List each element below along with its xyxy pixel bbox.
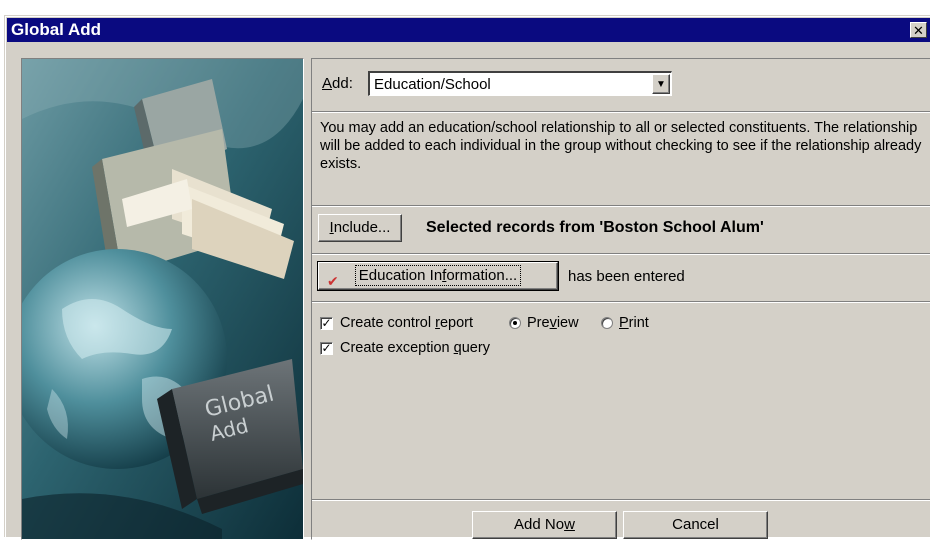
close-button[interactable]: ✕	[910, 22, 927, 38]
control-report-checkbox[interactable]: ✓	[320, 317, 333, 330]
cancel-button[interactable]: Cancel	[623, 511, 768, 539]
divider	[312, 499, 930, 501]
content-panel: Add: Education/School ▼ You may add an e…	[311, 58, 930, 540]
exception-query-label[interactable]: Create exception query	[340, 340, 490, 356]
add-label: Add:	[322, 75, 353, 92]
chevron-down-icon[interactable]: ▼	[652, 74, 670, 94]
add-now-button[interactable]: Add Now	[472, 511, 617, 539]
print-label[interactable]: Print	[619, 315, 649, 331]
window-title: Global Add	[11, 20, 102, 39]
divider	[312, 205, 930, 207]
close-icon: ✕	[913, 23, 924, 38]
divider	[312, 253, 930, 255]
control-report-label[interactable]: Create control report	[340, 315, 473, 331]
print-radio[interactable]	[601, 317, 613, 329]
add-type-value: Education/School	[374, 76, 491, 93]
add-type-select[interactable]: Education/School ▼	[368, 71, 672, 96]
divider	[312, 111, 930, 113]
preview-radio[interactable]	[509, 317, 521, 329]
title-bar[interactable]: Global Add ✕	[7, 18, 930, 42]
description-text: You may add an education/school relation…	[320, 120, 922, 172]
entered-status-text: has been entered	[568, 268, 685, 285]
preview-label[interactable]: Preview	[527, 315, 579, 331]
exception-query-checkbox[interactable]: ✓	[320, 342, 333, 355]
include-button[interactable]: Include...	[318, 214, 402, 242]
checkmark-icon: ✔	[327, 273, 339, 289]
education-information-button[interactable]: ✔ Education Information...	[317, 261, 559, 291]
global-add-illustration: Global Add	[21, 58, 304, 540]
selected-records-text: Selected records from 'Boston School Alu…	[426, 219, 764, 236]
divider	[312, 301, 930, 303]
global-add-dialog: Global Add ✕ Global Add Add: Education/S…	[4, 15, 930, 540]
